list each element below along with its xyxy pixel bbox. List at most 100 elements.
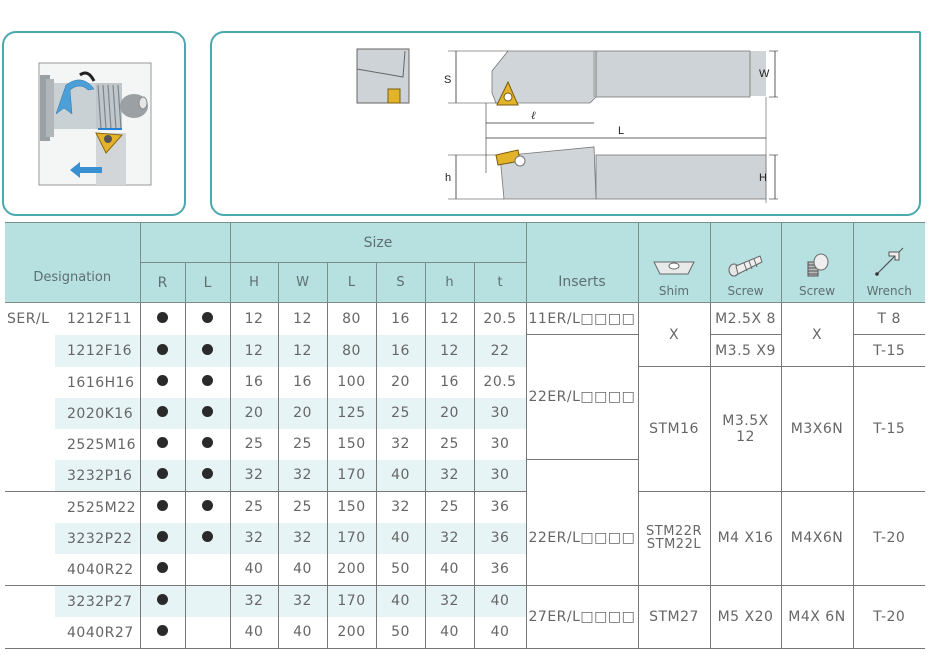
toolholder-spec-table: Designation Size Inserts Shim Screw Scre… — [5, 222, 925, 649]
dim-label-h: h — [445, 172, 451, 184]
insert-cell: 27ER/L□□□□ — [525, 585, 639, 649]
size-s-cell: 40 — [375, 522, 426, 554]
series-prefix: SER/L — [7, 311, 50, 327]
size-h-cell: 40 — [424, 553, 475, 586]
right-hand-cell — [139, 459, 186, 492]
availability-dot-icon — [157, 311, 168, 323]
size-l-cell: 125 — [326, 397, 377, 429]
dim-label-W: W — [759, 68, 770, 80]
dim-label-l: ℓ — [531, 110, 536, 122]
size-l-cell: 100 — [326, 366, 377, 398]
designation-cell: 4040R22 — [5, 553, 141, 586]
header-screw-1: Screw — [709, 222, 782, 303]
header-wrench: Wrench — [852, 222, 925, 303]
size-w-cell: 40 — [277, 553, 328, 586]
size-s-cell: 32 — [375, 491, 426, 523]
availability-dot-icon — [157, 625, 168, 636]
right-hand-cell — [139, 616, 186, 649]
size-w-cell: 12 — [277, 334, 328, 367]
designation-code: 2525M16 — [67, 436, 137, 453]
header-S: S — [375, 262, 426, 303]
toolholder-dimension-drawing: S W ℓ L h H — [356, 48, 778, 203]
size-l-cell: 170 — [326, 522, 377, 554]
size-w-cell: 16 — [277, 366, 328, 398]
size-s-cell: 16 — [375, 334, 426, 367]
size-t-cell: 36 — [473, 522, 527, 554]
availability-dot-icon — [157, 437, 168, 448]
clamp-screw-icon — [807, 253, 829, 276]
size-l-cell: 150 — [326, 491, 377, 523]
size-s-cell: 16 — [375, 302, 426, 335]
size-h-cell: 12 — [229, 334, 279, 367]
dimension-drawing-panel: S W ℓ L h H — [210, 31, 921, 216]
size-h-cell: 32 — [229, 459, 279, 492]
size-l-cell: 200 — [326, 553, 377, 586]
screw-cell: M3.5X 12 — [709, 366, 782, 492]
size-l-cell: 170 — [326, 585, 377, 617]
designation-code: 1212F16 — [67, 342, 132, 359]
designation-cell: 2020K16 — [5, 397, 141, 429]
designation-code: 3232P27 — [67, 593, 133, 610]
size-h-cell: 16 — [424, 366, 475, 398]
header-inserts: Inserts — [525, 222, 639, 303]
size-h-cell: 32 — [229, 585, 279, 617]
right-hand-cell — [139, 522, 186, 554]
designation-code: 4040R27 — [67, 624, 134, 641]
size-w-cell: 20 — [277, 397, 328, 429]
insert-cell: 22ER/L□□□□ — [525, 334, 639, 460]
size-h-cell: 32 — [424, 585, 475, 617]
right-hand-cell — [139, 585, 186, 617]
wrench-cell: T 8 — [852, 302, 925, 335]
size-w-cell: 25 — [277, 491, 328, 523]
dim-label-L: L — [618, 125, 624, 137]
designation-cell: 1212F16 — [5, 334, 141, 367]
table-row: 3232P27 32 32 170 40 32 40 27ER/L□□□□ STM27 M5 X2… — [5, 585, 925, 649]
threading-operation-illustration — [38, 62, 152, 186]
screw-cell: M4 X16 — [709, 491, 782, 586]
shim-cell: X — [637, 302, 711, 367]
dim-label-S: S — [444, 74, 451, 86]
size-h-cell: 12 — [229, 302, 279, 335]
size-w-cell: 12 — [277, 302, 328, 335]
wrench-cell: T-15 — [852, 334, 925, 367]
wrench-icon — [875, 247, 904, 276]
designation-code: 2020K16 — [67, 405, 134, 422]
left-hand-cell — [184, 334, 231, 367]
size-w-cell: 25 — [277, 428, 328, 460]
size-s-cell: 20 — [375, 366, 426, 398]
right-hand-cell — [139, 553, 186, 586]
right-hand-cell — [139, 491, 186, 523]
left-hand-cell — [184, 397, 231, 429]
designation-code: 4040R22 — [67, 561, 134, 578]
size-s-cell: 40 — [375, 585, 426, 617]
header-t: t — [473, 262, 527, 303]
designation-cell: 1616H16 — [5, 366, 141, 398]
size-w-cell: 32 — [277, 522, 328, 554]
availability-dot-icon — [157, 343, 168, 355]
designation-cell: 4040R27 — [5, 616, 141, 649]
clamp-screw-cell: M4X 6N — [780, 585, 854, 649]
designation-cell: 3232P27 — [5, 585, 141, 617]
clamp-screw-cell: X — [780, 302, 854, 367]
size-t-cell: 20.5 — [473, 302, 527, 335]
threading-illustration-panel — [2, 31, 186, 216]
size-t-cell: 40 — [473, 616, 527, 649]
designation-cell: 3232P22 — [5, 522, 141, 554]
availability-dot-icon — [157, 531, 168, 542]
left-hand-cell — [184, 302, 231, 335]
availability-dot-icon — [157, 594, 168, 605]
right-hand-cell — [139, 366, 186, 398]
screw-cell: M3.5 X9 — [709, 334, 782, 367]
designation-cell: SER/L 1212F11 — [5, 302, 141, 335]
right-hand-cell — [139, 334, 186, 367]
size-h-cell: 40 — [229, 616, 279, 649]
insert-cell: 11ER/L□□□□ — [525, 302, 639, 335]
screw-cell: M5 X20 — [709, 585, 782, 649]
left-hand-cell — [184, 553, 231, 586]
left-hand-cell — [184, 366, 231, 398]
right-hand-cell — [139, 428, 186, 460]
availability-dot-icon — [202, 468, 213, 479]
table-row: 2525M22 25 25 150 32 25 36 22ER/L□□□□ STM22R STM2… — [5, 491, 925, 586]
header-H: H — [229, 262, 279, 303]
left-hand-cell — [184, 428, 231, 460]
